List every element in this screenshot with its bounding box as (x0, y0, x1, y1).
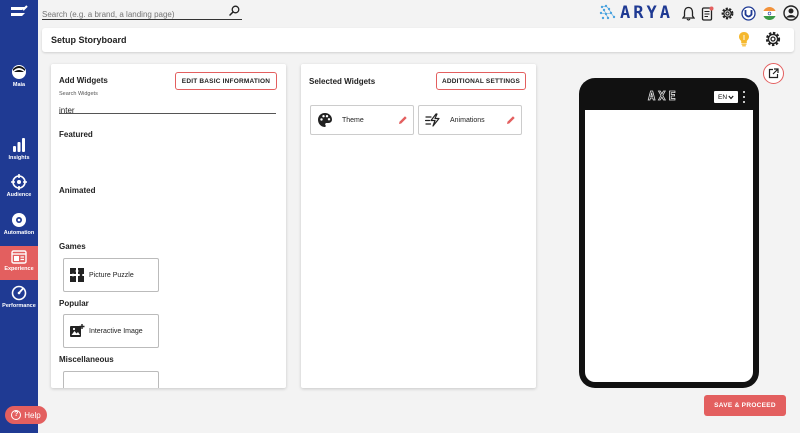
puzzle-icon (70, 268, 84, 282)
section-miscellaneous: Miscellaneous (59, 355, 114, 364)
phone-preview-screen (585, 110, 753, 382)
bar-chart-icon (13, 138, 25, 152)
image-plus-icon (70, 324, 85, 337)
palette-icon (318, 113, 332, 127)
chevron-down-icon (728, 95, 734, 99)
motion-icon (425, 113, 440, 127)
search-widgets-input[interactable] (59, 104, 276, 117)
sidebar-item-maia[interactable]: Maia (0, 64, 38, 88)
edit-basic-information-button[interactable]: EDIT BASIC INFORMATION (175, 72, 277, 90)
section-animated: Animated (59, 186, 96, 195)
phone-preview: AXE EN (579, 78, 759, 388)
sidebar-item-label: Insights (8, 155, 30, 161)
preview-brand-logo: AXE (648, 89, 679, 103)
sidebar-item-performance[interactable]: Performance (0, 285, 38, 309)
sidebar-item-label: Audience (6, 192, 32, 198)
widget-label: Picture Puzzle (89, 271, 134, 279)
widget-interactive-image[interactable]: Interactive Image (63, 314, 159, 348)
selected-widget-label: Animations (450, 116, 485, 124)
sidebar-item-label: Performance (2, 303, 36, 309)
global-search (42, 4, 242, 22)
selected-widget-animations[interactable]: Animations (418, 105, 522, 135)
india-flag-icon[interactable] (762, 6, 777, 21)
storyboard-settings-icon[interactable] (764, 30, 782, 48)
topbar: ARYA (38, 0, 800, 28)
edit-pencil-icon[interactable] (506, 115, 516, 125)
top-icons (682, 4, 799, 22)
help-label: Help (24, 410, 41, 420)
sidebar-item-experience[interactable]: Experience (0, 246, 38, 280)
target-icon (11, 174, 27, 190)
browser-window-icon (11, 250, 27, 264)
gauge-icon (11, 285, 27, 301)
global-search-input[interactable] (42, 7, 227, 22)
page-title: Setup Storyboard (51, 35, 127, 45)
sidebar-item-insights[interactable]: Insights (0, 137, 38, 161)
phone-preview-header: AXE EN (579, 78, 759, 110)
kebab-menu-icon[interactable] (742, 91, 746, 103)
sidebar-item-label: Experience (4, 266, 34, 272)
additional-settings-button[interactable]: ADDITIONAL SETTINGS (436, 72, 526, 90)
notes-icon[interactable] (701, 6, 714, 21)
maia-face-icon (12, 65, 26, 79)
edit-pencil-icon[interactable] (398, 115, 408, 125)
lightbulb-icon[interactable] (738, 31, 750, 47)
add-widgets-title: Add Widgets (59, 76, 108, 85)
user-avatar-icon[interactable] (783, 5, 799, 21)
app-logo-icon[interactable] (10, 4, 28, 20)
selected-widget-theme[interactable]: Theme (310, 105, 414, 135)
section-games: Games (59, 242, 86, 251)
add-widgets-panel: Add Widgets EDIT BASIC INFORMATION Searc… (51, 64, 286, 388)
sidebar-item-audience[interactable]: Audience (0, 174, 38, 198)
widget-misc-partial[interactable] (63, 371, 159, 388)
section-featured: Featured (59, 130, 93, 139)
sidebar-item-label: Automation (3, 230, 35, 236)
help-icon: ? (11, 410, 22, 420)
search-icon[interactable] (229, 5, 240, 16)
save-and-proceed-button[interactable]: SAVE & PROCEED (704, 395, 786, 416)
sidebar-item-label: Maia (12, 82, 26, 88)
page-header: Setup Storyboard (42, 28, 794, 52)
settings-icon[interactable] (720, 6, 735, 21)
widget-picture-puzzle[interactable]: Picture Puzzle (63, 258, 159, 292)
selected-widgets-panel: Selected Widgets ADDITIONAL SETTINGS The… (301, 64, 536, 388)
search-widgets-label: Search Widgets (59, 91, 98, 97)
help-button[interactable]: ? Help (5, 406, 47, 424)
brand-name: ARYA (620, 3, 673, 23)
open-external-icon (768, 68, 779, 79)
open-preview-button[interactable] (763, 63, 784, 84)
search-widgets-field (59, 100, 276, 117)
selected-widget-label: Theme (342, 116, 364, 124)
selected-widgets-title: Selected Widgets (309, 77, 376, 86)
unilever-logo-icon[interactable] (741, 5, 756, 21)
language-value: EN (717, 93, 728, 101)
sidebar-item-automation[interactable]: Automation (0, 212, 38, 236)
widget-label: Interactive Image (89, 327, 143, 335)
bell-icon[interactable] (682, 6, 695, 21)
section-popular: Popular (59, 299, 89, 308)
gear-icon (12, 213, 26, 227)
language-select[interactable]: EN (714, 91, 738, 103)
brand-emblem-icon (599, 4, 616, 20)
brand-logo: ARYA (598, 2, 686, 24)
sidebar: Maia Insights Audience Automation Experi… (0, 0, 38, 433)
